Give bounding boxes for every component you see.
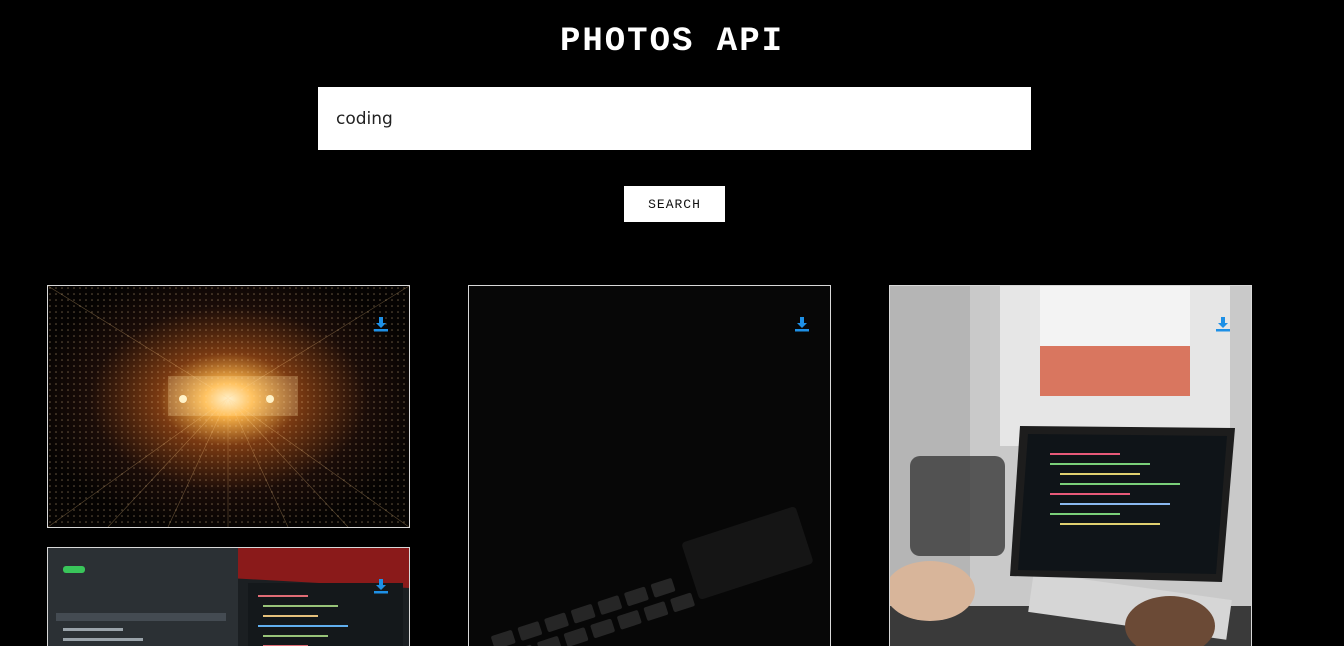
photo-card[interactable] (468, 285, 831, 646)
download-icon[interactable] (373, 316, 389, 332)
photo-image (48, 548, 409, 646)
page-title: PHOTOS API (559, 23, 785, 61)
search-input[interactable] (318, 87, 1031, 150)
download-icon[interactable] (373, 578, 389, 594)
search-button[interactable]: SEARCH (624, 186, 725, 222)
photo-image (469, 286, 830, 646)
download-icon[interactable] (794, 316, 810, 332)
photo-card[interactable] (889, 285, 1252, 646)
photo-card[interactable] (47, 285, 410, 528)
download-icon[interactable] (1215, 316, 1231, 332)
photo-image (890, 286, 1251, 646)
photo-image (48, 286, 409, 527)
photo-card[interactable] (47, 547, 410, 646)
